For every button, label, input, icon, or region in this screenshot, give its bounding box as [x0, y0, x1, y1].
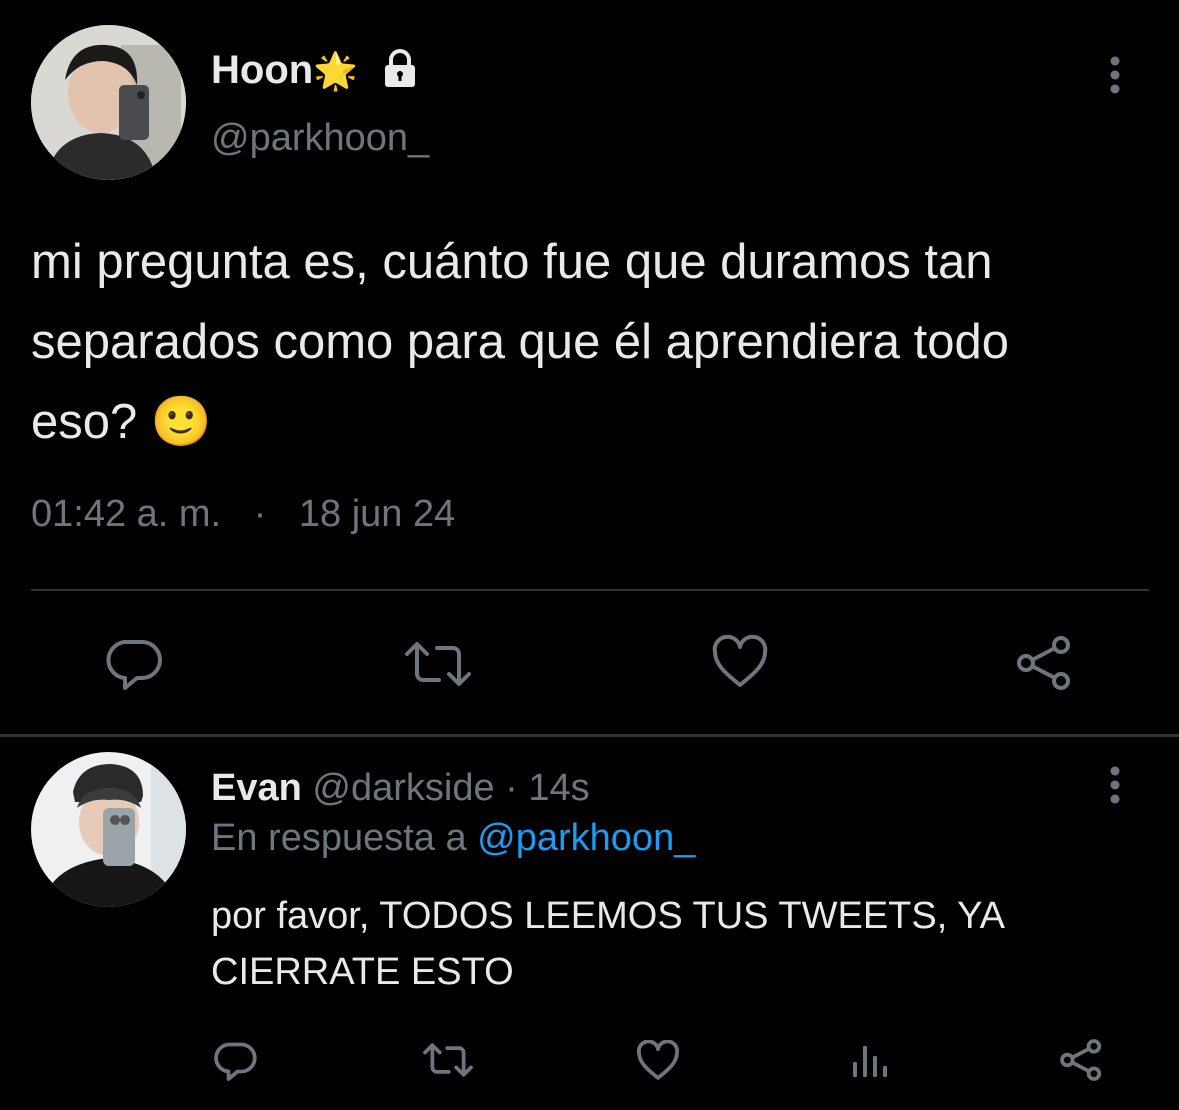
tweet-text-line: eso? 🙂 [31, 395, 212, 449]
separator-dot: · [253, 493, 267, 535]
handle[interactable]: @parkhoon_ [211, 114, 429, 162]
in-reply-to: En respuesta a @parkhoon_ [211, 814, 695, 862]
tweet-date[interactable]: 18 jun 24 [299, 493, 455, 535]
in-reply-handle-link[interactable]: @parkhoon_ [477, 817, 695, 859]
timestamp: 01:42 a. m. · 18 jun 24 [31, 490, 455, 538]
retweet-icon[interactable] [422, 1042, 474, 1078]
section-divider [0, 734, 1179, 737]
display-name-text[interactable]: Hoon [211, 48, 313, 92]
reply-icon[interactable] [106, 636, 164, 692]
tweet-time[interactable]: 01:42 a. m. [31, 493, 221, 535]
display-name[interactable]: Hoon🌟 [211, 44, 358, 97]
reply-header: Evan @darkside · 14s [211, 764, 590, 812]
display-name[interactable]: Evan [211, 767, 302, 809]
divider [31, 589, 1149, 591]
heart-icon[interactable] [711, 635, 769, 689]
reply-text-line: CIERRATE ESTO [211, 951, 514, 993]
lock-icon [380, 48, 420, 88]
reply-icon[interactable] [214, 1040, 258, 1082]
separator-dot: · [505, 767, 518, 809]
share-icon[interactable] [1014, 634, 1074, 692]
more-vertical-icon[interactable] [1100, 54, 1130, 98]
views-icon[interactable] [850, 1040, 890, 1080]
more-vertical-icon[interactable] [1100, 764, 1130, 808]
in-reply-prefix: En respuesta a [211, 817, 467, 859]
share-icon[interactable] [1058, 1038, 1104, 1082]
avatar[interactable] [31, 752, 186, 907]
heart-icon[interactable] [636, 1040, 680, 1081]
tweet-text: mi pregunta es, cuánto fue que duramos t… [31, 222, 1009, 462]
glowing-star-emoji: 🌟 [313, 50, 359, 91]
retweet-icon[interactable] [403, 640, 473, 688]
avatar[interactable] [31, 25, 186, 180]
handle[interactable]: @darkside [312, 767, 494, 809]
tweet-age[interactable]: 14s [528, 767, 589, 809]
reply-text: por favor, TODOS LEEMOS TUS TWEETS, YA C… [211, 888, 1005, 1000]
tweet-text-line: separados como para que él aprendiera to… [31, 315, 1009, 369]
tweet-text-line: mi pregunta es, cuánto fue que duramos t… [31, 235, 993, 289]
reply-text-line: por favor, TODOS LEEMOS TUS TWEETS, YA [211, 895, 1006, 937]
